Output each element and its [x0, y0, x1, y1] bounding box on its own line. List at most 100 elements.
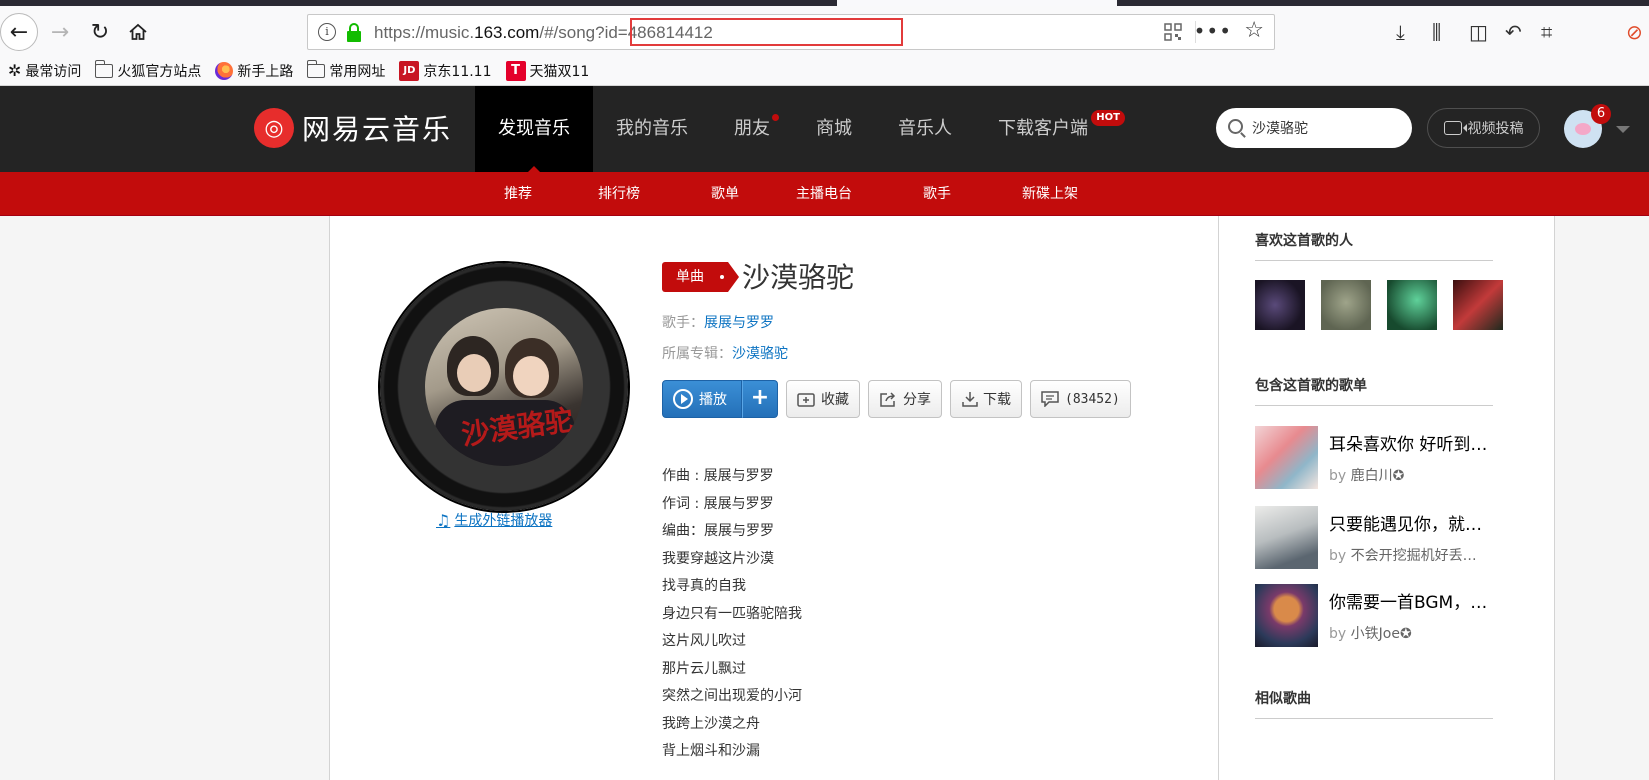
download-icon — [962, 392, 978, 407]
playlist-cover[interactable] — [1255, 584, 1318, 647]
fan-avatar[interactable] — [1255, 280, 1305, 330]
play-group: 播放 + — [662, 380, 778, 418]
playlist-cover[interactable] — [1255, 506, 1318, 569]
netease-music-logo-icon: ◎ — [254, 108, 294, 148]
home-button[interactable] — [120, 16, 156, 48]
subnav-radio[interactable]: 主播电台 — [796, 172, 852, 216]
add-to-playlist-button[interactable]: + — [742, 380, 778, 418]
nav-discover[interactable]: 发现音乐 — [475, 86, 593, 172]
fan-avatar[interactable] — [1387, 280, 1437, 330]
share-button[interactable]: 分享 — [868, 380, 942, 418]
nav-my-music[interactable]: 我的音乐 — [593, 86, 711, 172]
vip-star-icon: ✪ — [1392, 468, 1405, 484]
subnav-playlists[interactable]: 歌单 — [711, 172, 739, 216]
fan-avatar[interactable] — [1453, 280, 1503, 330]
lyric-line: 背上烟斗和沙漏 — [662, 743, 760, 759]
bookmark-tmall[interactable]: T 天猫双11 — [505, 60, 589, 81]
vinyl-disc: 沙漠骆驼 — [380, 263, 628, 511]
download-button[interactable]: 下载 — [950, 380, 1022, 418]
playlists-heading: 包含这首歌的歌单 — [1255, 375, 1493, 406]
bookmark-jd[interactable]: JD 京东11.11 — [399, 60, 492, 81]
forward-button[interactable]: → — [42, 16, 78, 48]
nav-musicians[interactable]: 音乐人 — [875, 86, 975, 172]
playlist-name[interactable]: 你需要一首BGM，… — [1329, 588, 1497, 613]
bookmark-firefox-official[interactable]: 火狐官方站点 — [94, 59, 201, 81]
undo-icon[interactable]: ↶ — [1505, 20, 1522, 44]
lock-icon[interactable] — [346, 23, 362, 43]
search-input[interactable]: 沙漠骆驼 — [1216, 108, 1412, 148]
subnav-artists[interactable]: 歌手 — [923, 172, 951, 216]
subnav-new-albums[interactable]: 新碟上架 — [1022, 172, 1078, 216]
playlist-cover[interactable] — [1255, 426, 1318, 489]
bookmark-getting-started[interactable]: 新手上路 — [215, 61, 293, 81]
notification-badge[interactable]: 6 — [1591, 104, 1611, 124]
singer-link[interactable]: 展展与罗罗 — [704, 315, 774, 331]
album-cover[interactable]: 沙漠骆驼 — [425, 308, 583, 466]
playlist-name[interactable]: 只要能遇见你，就不… — [1329, 510, 1497, 535]
back-button[interactable]: ← — [0, 13, 38, 51]
lyric-line: 那片云儿飘过 — [662, 660, 746, 677]
share-icon — [880, 392, 896, 407]
reload-button[interactable]: ↻ — [82, 16, 118, 48]
lyric-line: 编曲：展展与罗罗 — [662, 523, 774, 539]
url-highlight-box — [630, 18, 903, 46]
vip-star-icon: ✪ — [1399, 626, 1412, 642]
extension-icon[interactable]: ⊘ — [1626, 20, 1643, 44]
folder-icon — [306, 59, 326, 78]
subnav-charts[interactable]: 排行榜 — [598, 172, 640, 216]
playlist-item[interactable]: 你需要一首BGM，… by 小铁Joe✪ — [1255, 584, 1497, 647]
nav-friends[interactable]: 朋友 — [711, 86, 793, 172]
gear-icon: ✲ — [8, 61, 22, 80]
play-button[interactable]: 播放 — [662, 380, 742, 418]
right-sidebar: 喜欢这首歌的人 包含这首歌的歌单 耳朵喜欢你 好听到… by 鹿白川✪ 只要能遇… — [1218, 216, 1556, 780]
album-link[interactable]: 沙漠骆驼 — [732, 346, 788, 362]
qr-code-icon[interactable] — [1164, 23, 1182, 41]
external-player-link[interactable]: ♫ 生成外链播放器 — [436, 510, 552, 530]
site-logo[interactable]: ◎ 网易云音乐 — [254, 108, 452, 148]
subnav-recommend[interactable]: 推荐 — [504, 172, 532, 216]
comment-icon — [1041, 391, 1059, 407]
lyric-line: 作曲 : 展展与罗罗 — [662, 468, 774, 484]
nav-download-client[interactable]: 下载客户端 HOT — [975, 86, 1125, 172]
playlist-name[interactable]: 耳朵喜欢你 好听到… — [1329, 430, 1497, 455]
song-detail: 沙漠骆驼 ♫ 生成外链播放器 单曲 沙漠骆驼 歌手：展展与罗罗 所属专辑：沙漠骆… — [330, 216, 1218, 780]
avatar-image — [1575, 123, 1591, 135]
more-actions-icon[interactable]: ••• — [1194, 19, 1232, 43]
video-upload-button[interactable]: 视频投稿 — [1427, 108, 1540, 148]
info-icon[interactable]: i — [318, 23, 336, 41]
lyric-line: 我要穿越这片沙漠 — [662, 550, 774, 567]
library-icon[interactable]: ⫼ — [1432, 20, 1441, 44]
lyric-line: 这片风儿吹过 — [662, 633, 746, 649]
nav-store[interactable]: 商城 — [793, 86, 875, 172]
url-bar[interactable]: i https://music.163.com/#/song?id=486814… — [307, 14, 1275, 50]
sub-nav: 推荐 排行榜 歌单 主播电台 歌手 新碟上架 — [0, 172, 1649, 216]
playlist-creator[interactable]: 鹿白川 — [1351, 468, 1393, 484]
lyric-line: 突然之间出现爱的小河 — [662, 688, 802, 704]
bookmark-star-icon[interactable]: ☆ — [1244, 18, 1264, 43]
bookmarks-bar: ✲ 最常访问 火狐官方站点 新手上路 常用网址 JD 京东11.11 T 天猫双11 — [0, 56, 1649, 86]
crop-icon[interactable]: ⌗ — [1541, 20, 1552, 44]
lyric-line: 身边只有一匹骆驼陪我 — [662, 605, 802, 622]
sidebar-toggle-icon[interactable]: ◫ — [1469, 20, 1488, 44]
main-nav: 发现音乐 我的音乐 朋友 商城 音乐人 下载客户端 HOT — [475, 86, 1125, 172]
playlist-creator[interactable]: 小铁Joe — [1351, 626, 1400, 642]
bookmark-most-visited[interactable]: ✲ 最常访问 — [8, 61, 81, 81]
arrow-right-icon: → — [50, 19, 70, 45]
bookmark-common-sites[interactable]: 常用网址 — [306, 59, 385, 81]
folder-icon — [94, 59, 114, 78]
playlist-item[interactable]: 耳朵喜欢你 好听到… by 鹿白川✪ — [1255, 426, 1497, 489]
reload-icon: ↻ — [90, 19, 110, 45]
album-line: 所属专辑：沙漠骆驼 — [662, 346, 788, 362]
similar-songs-heading: 相似歌曲 — [1255, 688, 1493, 719]
collect-button[interactable]: 收藏 — [786, 380, 860, 418]
playlist-item[interactable]: 只要能遇见你，就不… by 不会开挖掘机好丢… — [1255, 506, 1497, 569]
search-icon — [1228, 119, 1243, 134]
fan-avatar[interactable] — [1321, 280, 1371, 330]
chevron-down-icon[interactable] — [1616, 126, 1630, 140]
comments-button[interactable]: (83452) — [1030, 380, 1131, 418]
lyric-line: 我跨上沙漠之舟 — [662, 715, 760, 732]
site-header: ◎ 网易云音乐 发现音乐 我的音乐 朋友 商城 音乐人 下载客户端 HOT 沙漠骆… — [0, 86, 1649, 172]
browser-toolbar: ← → ↻ i https://music.163.com/#/song?id=… — [0, 6, 1649, 56]
playlist-creator[interactable]: 不会开挖掘机好丢… — [1351, 548, 1477, 564]
download-icon[interactable]: ⤓ — [1396, 20, 1405, 44]
